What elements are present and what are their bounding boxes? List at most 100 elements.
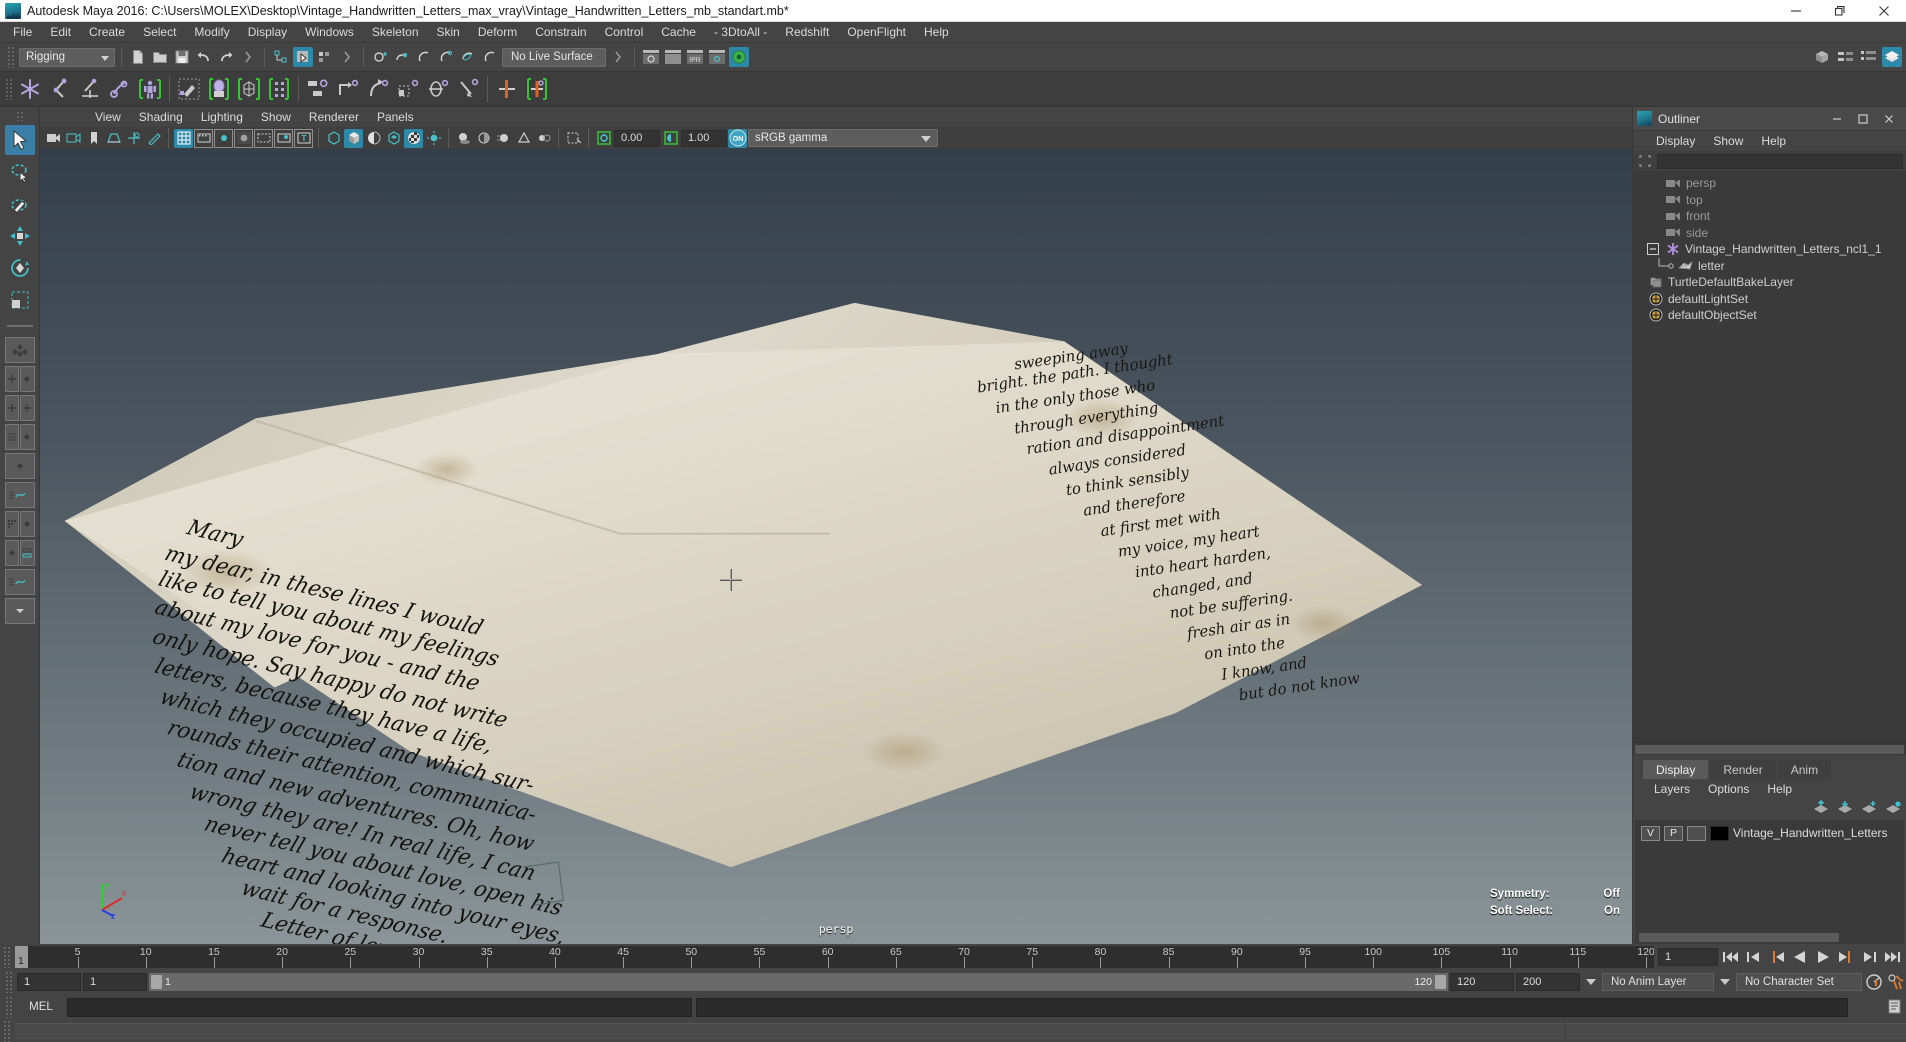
step-forward-keyframe-icon[interactable] [1859,947,1879,967]
menu-item-select[interactable]: Select [134,22,185,43]
gamma-reset-icon[interactable] [661,129,680,148]
wireframe-shading-icon[interactable] [324,129,343,148]
grease-pencil-icon[interactable] [144,129,163,148]
select-by-object-type-icon[interactable] [293,47,313,67]
layout-outliner-persp[interactable] [4,424,35,450]
render-settings-icon[interactable] [707,47,727,67]
outliner-node-persp[interactable]: persp [1633,175,1906,192]
depth-of-field-icon[interactable] [534,129,553,148]
command-language-label[interactable]: MEL [19,1001,63,1013]
outliner-scroll-thumb[interactable] [1635,744,1904,754]
menu-item-control[interactable]: Control [596,22,653,43]
layer-menu-help[interactable]: Help [1758,782,1801,796]
animation-end-field[interactable]: 200 [1516,973,1580,991]
shelf-grip[interactable] [5,78,12,100]
animation-preferences-icon[interactable] [1886,972,1906,992]
close-button[interactable] [1862,0,1906,22]
play-backwards-icon[interactable] [1790,947,1810,967]
layout-more-button[interactable] [4,598,35,624]
outliner-maximize-button[interactable] [1850,108,1876,130]
color-management-toggle-icon[interactable]: ON [728,128,747,148]
chevron-down-icon[interactable] [1720,979,1730,985]
use-all-lights-icon[interactable] [424,129,443,148]
layer-menu-options[interactable]: Options [1699,782,1758,796]
menu-item-modify[interactable]: Modify [185,22,238,43]
move-tool[interactable] [5,221,35,251]
toolbox-grip[interactable] [16,111,23,121]
out liner-node-default-light-set[interactable]: defaultLightSet [1633,291,1906,308]
layout-persp-outliner[interactable] [4,540,35,566]
script-editor-icon[interactable] [1884,997,1906,1017]
outliner-node-letter[interactable]: letter [1633,257,1906,275]
menu-item-deform[interactable]: Deform [469,22,526,43]
help-line-grip[interactable] [3,1020,10,1042]
layout-four-view[interactable] [4,366,35,392]
parent-constraint-icon[interactable] [303,74,333,104]
range-start-field[interactable]: 1 [83,973,147,991]
live-surface-field[interactable]: No Live Surface [502,47,606,67]
create-joint-icon[interactable] [15,74,45,104]
ik-spline-handle-icon[interactable] [75,74,105,104]
layer-horizontal-scrollbar[interactable] [1635,931,1904,944]
range-bar[interactable]: 1 120 [149,973,1448,991]
snap-to-grid-icon[interactable] [370,47,390,67]
smooth-shade-all-icon[interactable] [344,128,363,148]
motion-blur-icon[interactable] [494,129,513,148]
color-management-selector[interactable]: sRGB gamma [748,129,938,147]
minimize-button[interactable] [1774,0,1818,22]
expand-right-icon[interactable] [238,47,258,67]
shadows-icon[interactable] [454,129,473,148]
lasso-select-tool[interactable] [5,157,35,187]
save-scene-icon[interactable] [172,47,192,67]
menu-item-windows[interactable]: Windows [296,22,363,43]
time-slider-cursor[interactable]: 1 [15,946,28,968]
viewport-menu-renderer[interactable]: Renderer [300,107,368,127]
go-to-start-icon[interactable] [1721,947,1741,967]
two-d-pan-zoom-icon[interactable] [124,129,143,148]
select-by-hierarchy-icon[interactable] [271,47,291,67]
camera-attributes-icon[interactable] [64,129,83,148]
show-hide-attribute-editor-icon[interactable] [1836,47,1856,67]
range-slider-grip[interactable] [5,971,12,993]
outliner-menu-help[interactable]: Help [1752,131,1795,151]
layer-list[interactable]: V P Vintage_Handwritten_Letters [1635,820,1904,931]
expand-right-icon[interactable] [337,47,357,67]
exposure-reset-icon[interactable] [594,129,613,148]
layout-hypershade-persp[interactable] [4,511,35,537]
animation-start-field[interactable]: 1 [17,973,81,991]
bind-skin-icon[interactable] [204,74,234,104]
go-to-end-icon[interactable] [1882,947,1902,967]
layer-row[interactable]: V P Vintage_Handwritten_Letters [1635,824,1904,842]
outliner-horizontal-scrollbar[interactable] [1633,742,1906,755]
create-deformer-handle-icon[interactable] [492,74,522,104]
layer-shading-toggle[interactable] [1687,825,1706,841]
layer-new-icon[interactable] [1860,800,1878,817]
viewport-menu-show[interactable]: Show [252,107,300,127]
redo-icon[interactable] [216,47,236,67]
layer-move-up-icon[interactable] [1812,799,1830,817]
exposure-value-field[interactable]: 0.00 [614,129,660,147]
snap-to-projected-center-icon[interactable] [436,47,456,67]
outliner-search-input[interactable] [1657,153,1903,169]
screen-space-ao-icon[interactable] [474,129,493,148]
paint-skin-weights-icon[interactable] [174,74,204,104]
expand-right-icon[interactable] [608,47,628,67]
shaded-wireframe-icon[interactable] [364,129,383,148]
aim-constraint-icon[interactable] [423,74,453,104]
anim-layer-selector[interactable]: No Anim Layer [1602,973,1714,991]
layout-two-panes[interactable] [4,395,35,421]
film-gate-icon[interactable] [194,128,213,148]
grid-toggle-icon[interactable] [174,128,193,148]
image-plane-icon[interactable] [104,129,123,148]
layout-graph-editor[interactable] [4,482,35,508]
auto-keyframe-icon[interactable] [1864,972,1884,992]
select-camera-icon[interactable] [44,129,63,148]
menu-item-openflight[interactable]: OpenFlight [838,22,915,43]
ik-handle-tool-icon[interactable] [45,74,75,104]
rotate-tool[interactable] [5,253,35,283]
isolate-select-icon[interactable] [564,129,583,148]
menu-item-skin[interactable]: Skin [428,22,469,43]
menu-item-edit[interactable]: Edit [41,22,80,43]
viewport-menu-shading[interactable]: Shading [130,107,192,127]
range-end-field[interactable]: 120 [1450,973,1514,991]
